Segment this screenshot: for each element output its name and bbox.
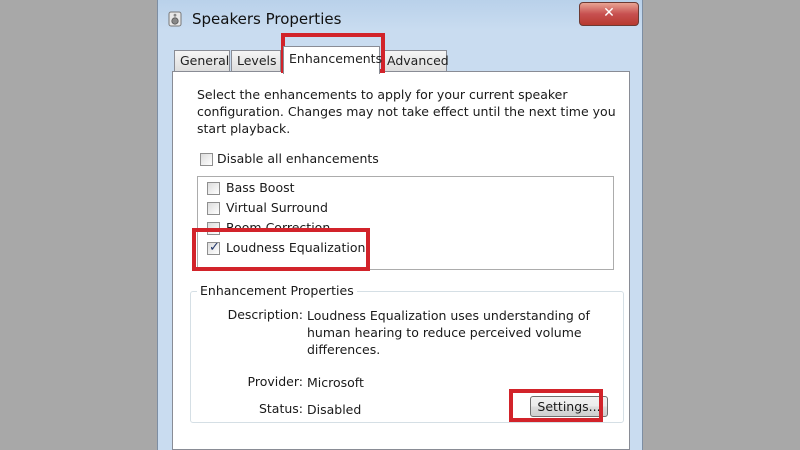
enhancements-panel: Select the enhancements to apply for you… [172, 71, 630, 450]
list-item[interactable]: Room Correction [226, 220, 330, 235]
title-bar: Speakers Properties ✕ [158, 0, 642, 40]
tab-strip: General Levels Enhancements Advanced [172, 46, 632, 74]
intro-text: Select the enhancements to apply for you… [197, 87, 616, 136]
virtual-surround-checkbox[interactable] [207, 202, 220, 215]
checkmark-icon: ✓ [209, 240, 220, 255]
close-icon: ✕ [603, 5, 615, 21]
list-item[interactable]: Bass Boost [226, 180, 295, 195]
disable-all-label: Disable all enhancements [217, 151, 379, 166]
provider-value: Microsoft [307, 375, 364, 390]
description-label: Description: [227, 307, 303, 322]
tab-enhancements[interactable]: Enhancements [283, 46, 382, 74]
bass-boost-checkbox[interactable] [207, 182, 220, 195]
speaker-icon [168, 11, 182, 27]
close-button[interactable]: ✕ [579, 2, 639, 26]
tab-advanced[interactable]: Advanced [381, 50, 449, 72]
tab-levels[interactable]: Levels [231, 50, 281, 72]
loudness-equalization-checkbox[interactable]: ✓ [207, 240, 220, 255]
disable-all-checkbox[interactable] [200, 153, 213, 166]
enhancements-list[interactable]: Bass Boost Virtual Surround Room Correct… [197, 176, 614, 270]
group-title: Enhancement Properties [197, 283, 357, 298]
speakers-properties-window: Speakers Properties ✕ General Levels Enh… [157, 0, 643, 450]
window-title: Speakers Properties [192, 10, 342, 28]
description-value: Loudness Equalization uses understanding… [307, 308, 590, 357]
list-item[interactable]: Virtual Surround [226, 200, 328, 215]
settings-button[interactable]: Settings... [530, 396, 608, 417]
list-item[interactable]: Loudness Equalization [226, 240, 365, 255]
status-value: Disabled [307, 402, 362, 417]
room-correction-checkbox[interactable] [207, 222, 220, 235]
status-label: Status: [258, 401, 303, 416]
tab-general[interactable]: General [174, 50, 230, 72]
loudness-row[interactable]: ✓ Loudness Equalization [200, 236, 365, 262]
provider-label: Provider: [247, 374, 303, 389]
